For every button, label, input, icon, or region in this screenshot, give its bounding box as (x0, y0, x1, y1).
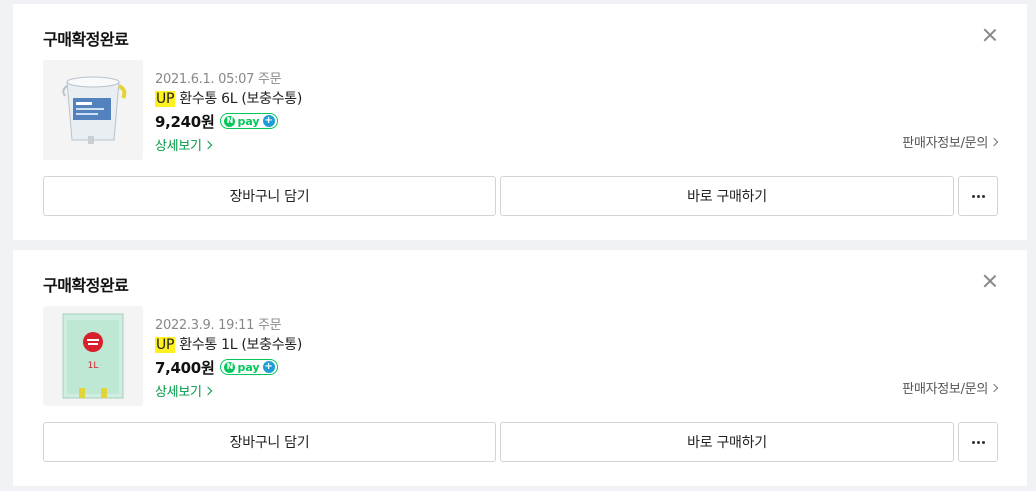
product-name[interactable]: 환수통 1L (보충수통) (179, 337, 302, 353)
chevron-right-icon (989, 383, 999, 393)
product-price: 7,400원 (155, 358, 215, 377)
order-date: 2022.3.9. 19:11 주문 (155, 318, 282, 333)
close-icon[interactable] (983, 274, 997, 288)
npay-label: pay (237, 360, 260, 374)
npay-badge: N pay + (220, 113, 278, 129)
npay-label: pay (237, 114, 260, 128)
product-name[interactable]: 환수통 6L (보충수통) (179, 91, 302, 107)
add-to-cart-button[interactable]: 장바구니 담기 (43, 176, 496, 216)
plus-icon: + (262, 361, 275, 373)
product-price: 9,240원 (155, 112, 215, 131)
more-options-button[interactable] (958, 176, 998, 216)
add-to-cart-button[interactable]: 장바구니 담기 (43, 422, 496, 462)
more-options-button[interactable] (958, 422, 998, 462)
detail-link[interactable]: 상세보기 (155, 379, 302, 401)
seller-info-link[interactable]: 판매자정보/문의 (902, 378, 999, 397)
chevron-right-icon (203, 386, 212, 395)
order-status: 구매확정완료 (43, 276, 129, 295)
plus-icon: + (262, 115, 275, 127)
chevron-right-icon (989, 137, 999, 147)
detail-link-label: 상세보기 (155, 384, 202, 400)
order-status: 구매확정완료 (43, 30, 129, 49)
order-card: 구매확정완료 1L 2022.3.9. 19:11 주문 UP 환수통 1L (… (13, 250, 1027, 486)
bucket-1l-image: 1L (43, 306, 143, 406)
thumb-volume-label: 1L (88, 361, 99, 371)
product-thumbnail[interactable]: 1L (43, 306, 143, 406)
more-dots-icon (971, 194, 985, 198)
detail-link[interactable]: 상세보기 (155, 133, 302, 155)
naver-n-icon: N (224, 361, 236, 373)
seller-info-label: 판매자정보/문의 (902, 136, 988, 151)
product-name-row[interactable]: UP 환수통 6L (보충수통) (155, 88, 302, 110)
order-card: 구매확정완료 2021.6.1. 05:07 주문 UP 환수통 6L (보충수… (13, 4, 1027, 240)
npay-badge: N pay + (220, 359, 278, 375)
order-date: 2021.6.1. 05:07 주문 (155, 72, 282, 87)
up-badge: UP (155, 337, 176, 353)
buy-now-button[interactable]: 바로 구매하기 (500, 422, 954, 462)
product-name-row[interactable]: UP 환수통 1L (보충수통) (155, 334, 302, 356)
more-dots-icon (971, 440, 985, 444)
close-icon[interactable] (983, 28, 997, 42)
product-thumbnail[interactable] (43, 60, 143, 160)
buy-now-button[interactable]: 바로 구매하기 (500, 176, 954, 216)
seller-info-link[interactable]: 판매자정보/문의 (902, 132, 999, 151)
chevron-right-icon (203, 140, 212, 149)
up-badge: UP (155, 91, 176, 107)
detail-link-label: 상세보기 (155, 138, 202, 154)
bucket-6l-image (43, 60, 143, 160)
naver-n-icon: N (224, 115, 236, 127)
seller-info-label: 판매자정보/문의 (902, 382, 988, 397)
